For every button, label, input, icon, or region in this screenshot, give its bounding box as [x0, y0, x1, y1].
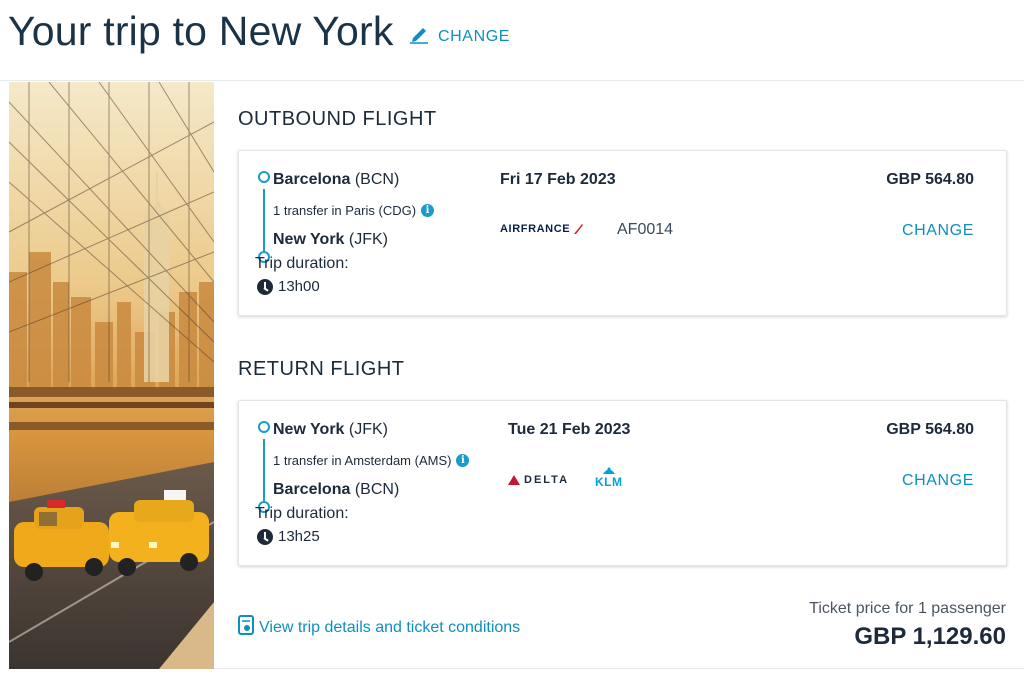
outbound-price: GBP 564.80 [886, 171, 974, 188]
view-trip-details-link[interactable]: View trip details and ticket conditions [238, 615, 520, 640]
route-line [263, 439, 265, 501]
return-flight-card: New York (JFK) 1 transfer in Amsterdam (… [238, 400, 1007, 566]
clock-icon [257, 528, 273, 545]
departure-date: Fri 17 Feb 2023 [500, 171, 616, 188]
trip-duration-label: Trip duration: [255, 505, 349, 522]
transfer-info: 1 transfer in Amsterdam (AMS) i [273, 453, 470, 468]
destination-city: New York (JFK) [273, 231, 388, 248]
ticket-total-price: GBP 1,129.60 [854, 623, 1006, 650]
outbound-section-title: OUTBOUND FLIGHT [238, 108, 437, 130]
klm-logo: KLM [595, 467, 623, 489]
origin-city: New York (JFK) [273, 421, 388, 438]
return-price: GBP 564.80 [886, 421, 974, 438]
change-trip-label: CHANGE [438, 27, 511, 45]
return-section-title: RETURN FLIGHT [238, 358, 405, 380]
ticket-document-icon [238, 615, 254, 640]
pencil-icon [408, 24, 430, 49]
clock-icon [257, 278, 273, 295]
header-divider [0, 80, 1024, 81]
destination-city: Barcelona (BCN) [273, 481, 400, 498]
delta-logo: DELTA [508, 474, 569, 486]
bottom-divider [214, 668, 1024, 669]
origin-dot [258, 421, 270, 433]
change-outbound-button[interactable]: CHANGE [902, 222, 974, 240]
page-title: Your trip to New York [8, 8, 394, 54]
return-date: Tue 21 Feb 2023 [508, 421, 631, 438]
airfrance-logo: AIRFRANCE [500, 223, 584, 235]
info-icon[interactable]: i [456, 454, 470, 467]
outbound-flight-card: Barcelona (BCN) 1 transfer in Paris (CDG… [238, 150, 1007, 316]
trip-duration: 13h00 [257, 278, 320, 295]
transfer-info: 1 transfer in Paris (CDG) i [273, 203, 435, 218]
trip-duration-label: Trip duration: [255, 255, 349, 272]
new-york-bridge-photo [9, 82, 214, 669]
origin-dot [258, 171, 270, 183]
change-return-button[interactable]: CHANGE [902, 472, 974, 490]
origin-city: Barcelona (BCN) [273, 171, 400, 188]
view-trip-details-label: View trip details and ticket conditions [259, 618, 521, 636]
ticket-price-label: Ticket price for 1 passenger [809, 600, 1006, 617]
change-trip-button[interactable]: CHANGE [408, 24, 510, 49]
route-line [263, 189, 265, 251]
flight-number: AF0014 [617, 221, 674, 238]
trip-duration: 13h25 [257, 528, 320, 545]
info-icon[interactable]: i [421, 204, 435, 217]
